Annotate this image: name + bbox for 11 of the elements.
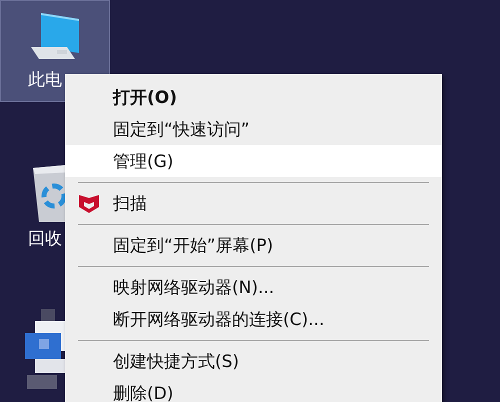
menu-item[interactable]: 删除(D) bbox=[65, 377, 442, 402]
menu-item[interactable]: 创建快捷方式(S) bbox=[65, 345, 442, 377]
shield-icon bbox=[78, 194, 100, 214]
menu-item[interactable]: 固定到“快速访问” bbox=[65, 113, 442, 145]
icon-label: 此电 bbox=[28, 69, 62, 91]
menu-item[interactable]: 映射网络驱动器(N)... bbox=[65, 271, 442, 303]
menu-item[interactable]: 管理(G) bbox=[65, 145, 442, 177]
menu-item[interactable]: 扫描 bbox=[65, 187, 442, 219]
menu-item[interactable]: 断开网络驱动器的连接(C)... bbox=[65, 303, 442, 335]
menu-item[interactable]: 固定到“开始”屏幕(P) bbox=[65, 229, 442, 261]
icon-label: 回收 bbox=[28, 228, 62, 250]
